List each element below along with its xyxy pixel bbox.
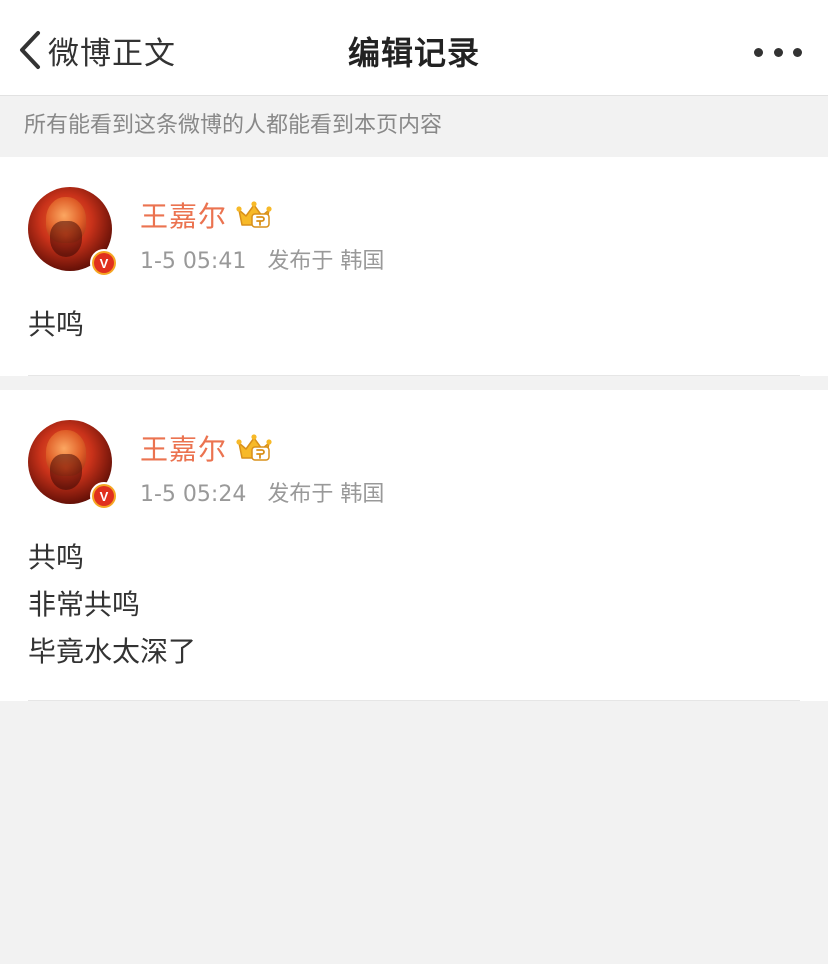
post-location: 发布于 韩国	[267, 249, 385, 274]
post-text-line: 共鸣	[28, 308, 85, 341]
verified-v-icon: V	[94, 486, 114, 506]
more-dot-icon	[754, 47, 763, 57]
post-meta: 1-5 05:41 发布于 韩国	[140, 243, 384, 275]
avatar[interactable]: V	[28, 420, 118, 510]
user-name[interactable]: 王嘉尔	[140, 428, 227, 468]
visibility-notice: 所有能看到这条微博的人都能看到本页内容	[0, 96, 828, 156]
divider	[28, 700, 800, 701]
post-content: 共鸣	[28, 301, 800, 348]
post-time: 1-5 05:24	[140, 482, 247, 507]
post-text-line: 共鸣	[28, 541, 85, 574]
verified-v-icon: V	[94, 253, 114, 273]
crown-icon[interactable]	[235, 433, 273, 463]
divider	[28, 375, 800, 376]
more-dot-icon	[793, 47, 802, 57]
post-text-line: 非常共鸣	[28, 588, 141, 621]
more-options-button[interactable]	[754, 34, 802, 70]
verified-badge: V	[90, 249, 118, 277]
navigation-bar: 微博正文 编辑记录	[0, 0, 828, 96]
more-dot-icon	[773, 47, 783, 57]
post-location: 发布于 韩国	[267, 482, 385, 507]
post-meta: 1-5 05:24 发布于 韩国	[140, 476, 384, 508]
user-name[interactable]: 王嘉尔	[140, 195, 227, 235]
verified-badge: V	[90, 482, 118, 510]
avatar[interactable]: V	[28, 187, 118, 277]
post-text-line: 毕竟水太深了	[28, 635, 197, 668]
user-line: 王嘉尔	[140, 195, 273, 235]
user-line: 王嘉尔	[140, 428, 273, 468]
post-content: 共鸣 非常共鸣 毕竟水太深了	[28, 534, 800, 675]
crown-icon[interactable]	[235, 200, 273, 230]
edit-record-card: V 王嘉尔 1-5 05:24 发布于 韩国 共鸣 非常共鸣 毕竟水太深了	[0, 390, 828, 701]
page-title: 编辑记录	[347, 34, 480, 72]
post-time: 1-5 05:41	[140, 249, 247, 274]
edit-record-card: V 王嘉尔 1-5 05:41 发布于 韩国 共鸣	[0, 157, 828, 376]
